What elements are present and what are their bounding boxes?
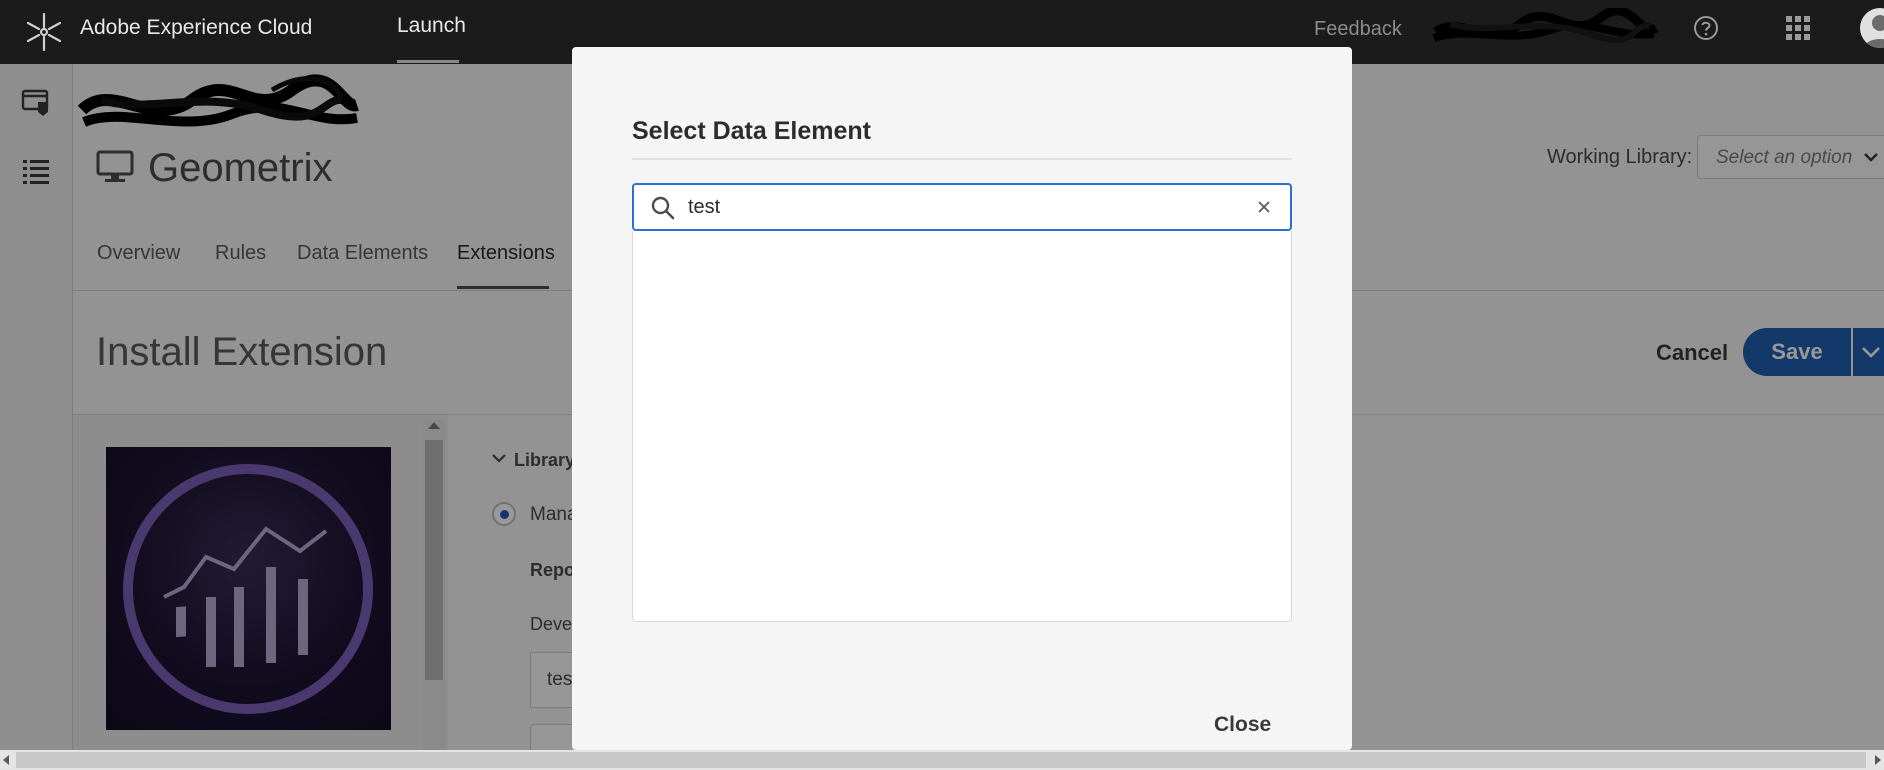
search-icon [651, 196, 675, 220]
close-icon[interactable] [1256, 199, 1272, 215]
feedback-link[interactable]: Feedback [1314, 18, 1402, 41]
app-name[interactable]: Adobe Experience Cloud [80, 16, 312, 40]
search-value: test [688, 196, 721, 218]
search-input[interactable]: test [632, 183, 1292, 231]
help-icon[interactable] [1692, 14, 1720, 42]
apps-grid-icon[interactable] [1784, 14, 1812, 42]
redacted-org-name [1432, 8, 1659, 43]
dialog-title: Select Data Element [632, 117, 871, 145]
scroll-right-arrow-icon[interactable] [1875, 755, 1881, 765]
horizontal-scrollbar-thumb[interactable] [16, 752, 1866, 768]
close-button[interactable]: Close [1214, 713, 1271, 737]
scroll-left-arrow-icon[interactable] [3, 755, 9, 765]
adobe-experience-cloud-logo-icon[interactable] [22, 10, 66, 54]
tab-launch[interactable]: Launch [397, 14, 466, 38]
select-data-element-dialog: Select Data Element test Close [572, 47, 1352, 750]
launch-tab-indicator [397, 60, 459, 63]
user-avatar[interactable] [1860, 8, 1884, 48]
user-avatar-icon [1864, 15, 1884, 48]
dialog-divider [632, 158, 1292, 160]
search-results-list[interactable] [632, 231, 1292, 622]
